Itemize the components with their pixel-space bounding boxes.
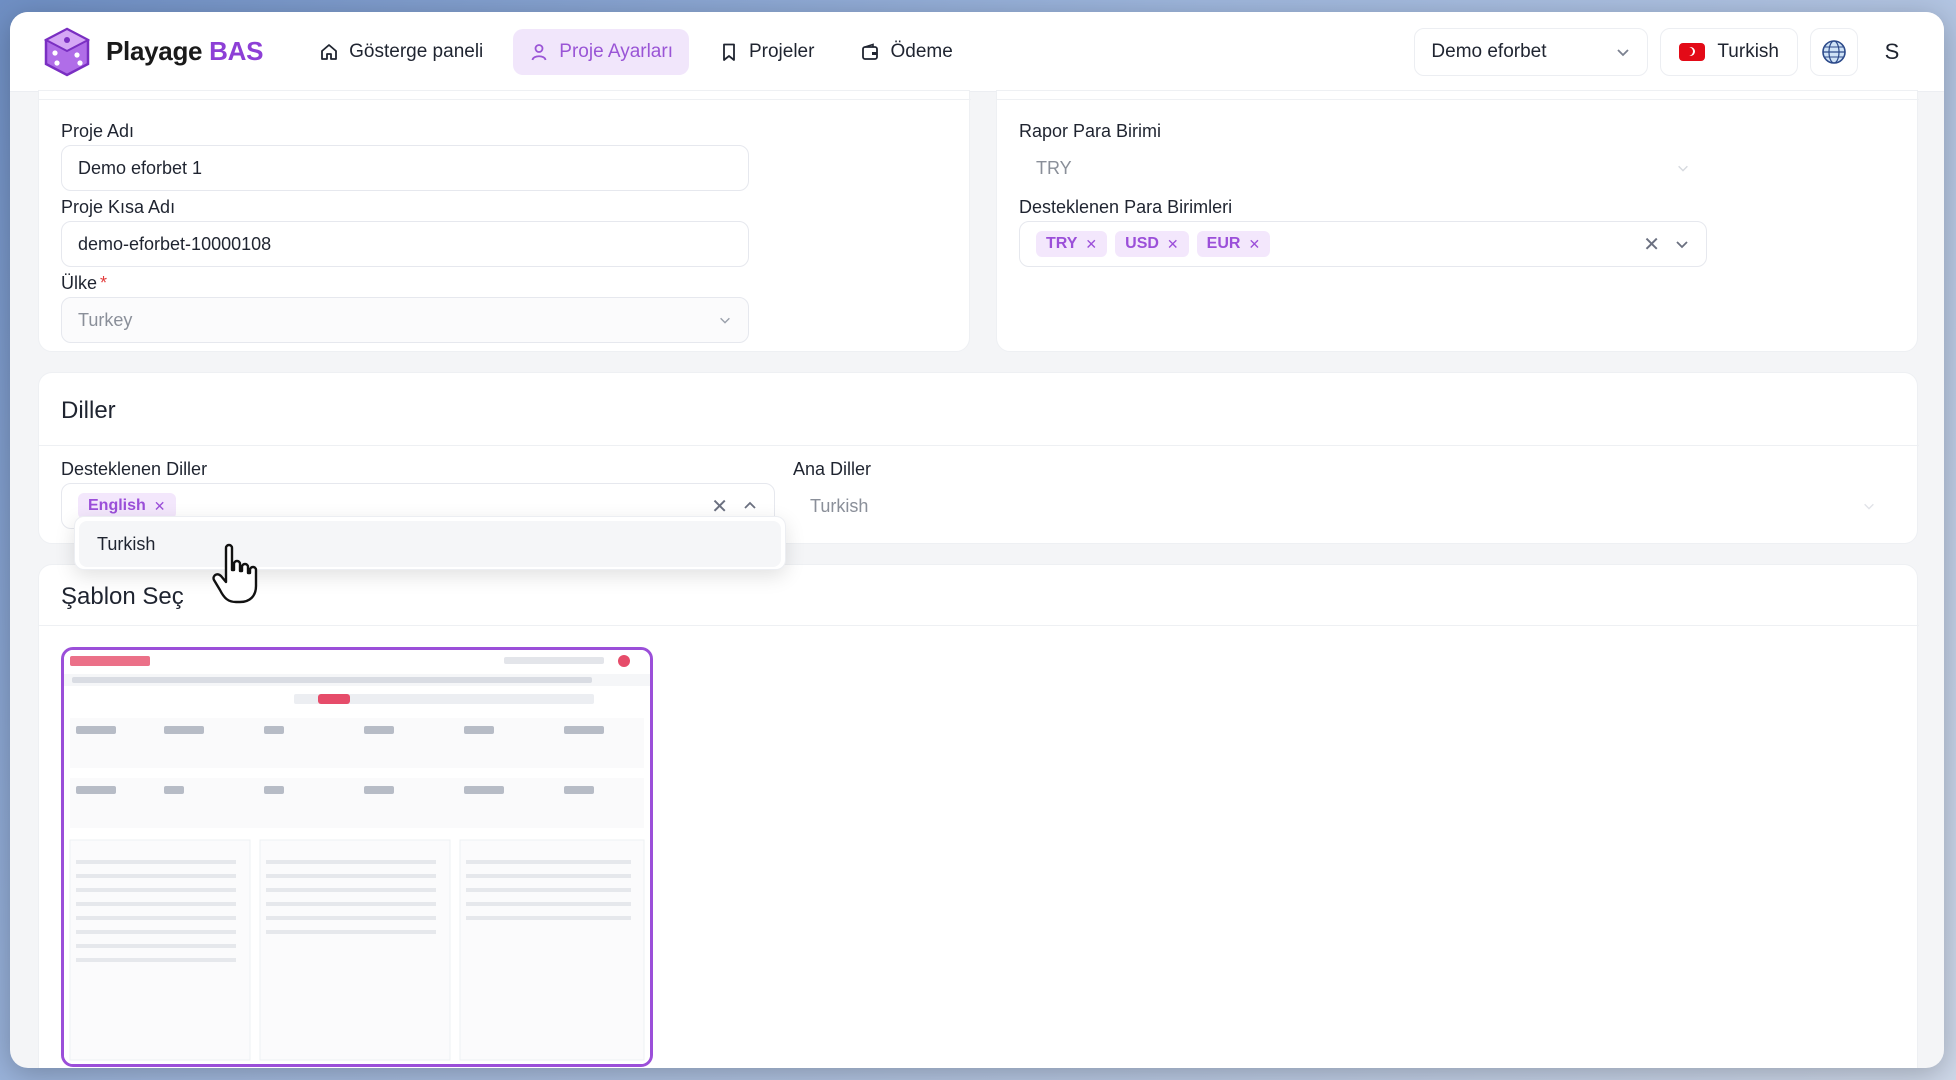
section-divider xyxy=(39,445,1919,446)
template-preview-image xyxy=(64,650,650,1064)
chevron-down-icon xyxy=(1864,503,1874,510)
project-info-card: Proje Adı Demo eforbet 1 Proje Kısa Adı … xyxy=(38,90,971,352)
report-currency-label: Rapor Para Birimi xyxy=(1019,121,1162,141)
supported-languages-label: Desteklenen Diller xyxy=(61,459,208,479)
nav-dashboard-label: Gösterge paneli xyxy=(349,40,484,62)
card-top-divider xyxy=(39,99,971,100)
nav-payment-label: Ödeme xyxy=(890,40,953,62)
hand-pointer-icon xyxy=(212,543,258,604)
remove-tag-icon[interactable]: ✕ xyxy=(1085,236,1097,253)
report-currency-select[interactable]: TRY xyxy=(1019,145,1707,191)
nav-project-settings[interactable]: Proje Ayarları xyxy=(513,28,689,75)
currency-tag-eur[interactable]: EUR ✕ xyxy=(1196,231,1271,257)
chevron-down-icon xyxy=(1678,165,1688,172)
turkey-flag-icon xyxy=(1679,42,1706,61)
card-top-divider xyxy=(997,99,1919,100)
brand[interactable]: Playage BAS xyxy=(40,25,263,79)
project-name-input[interactable]: Demo eforbet 1 xyxy=(61,145,749,191)
clear-all-icon[interactable]: ✕ xyxy=(1643,232,1660,257)
template-thumbnail[interactable] xyxy=(61,647,653,1067)
currency-tag-usd[interactable]: USD ✕ xyxy=(1115,231,1189,257)
main-languages-label: Ana Diller xyxy=(793,459,872,479)
remove-tag-icon[interactable]: ✕ xyxy=(154,498,166,515)
template-card: Şablon Seç xyxy=(38,564,1919,1068)
remove-tag-icon[interactable]: ✕ xyxy=(1248,236,1260,253)
country-label: Ülke * xyxy=(61,273,108,293)
supported-currencies-select[interactable]: TRY ✕ USD ✕ EUR ✕ ✕ xyxy=(1019,221,1707,267)
supported-currencies-label: Desteklenen Para Birimleri xyxy=(1019,197,1233,217)
header-actions: Demo eforbet Turkish S xyxy=(1414,27,1914,76)
top-navigation-bar: Playage BAS Gösterge paneli Proje Ayarla… xyxy=(10,12,1944,92)
report-currency-value: TRY xyxy=(1036,157,1072,178)
user-avatar[interactable]: S xyxy=(1870,28,1914,76)
bookmark-icon xyxy=(723,43,735,61)
chevron-up-icon[interactable] xyxy=(742,498,758,514)
currency-tag-try[interactable]: TRY ✕ xyxy=(1036,231,1108,257)
main-languages-value: Turkish xyxy=(810,495,869,516)
section-divider xyxy=(39,625,1919,626)
language-button[interactable]: Turkish xyxy=(1660,27,1798,76)
nav-project-settings-label: Proje Ayarları xyxy=(559,40,673,62)
globe-button[interactable] xyxy=(1810,27,1858,76)
required-marker: * xyxy=(100,273,108,293)
brand-name: Playage BAS xyxy=(106,36,264,66)
main-languages-select[interactable]: Turkish xyxy=(793,483,1893,529)
languages-dropdown: Turkish xyxy=(74,516,786,570)
country-value: Turkey xyxy=(78,309,133,330)
nav-projects-label: Projeler xyxy=(748,40,815,62)
wallet-icon xyxy=(862,42,879,60)
remove-tag-icon[interactable]: ✕ xyxy=(1167,236,1179,253)
globe-icon xyxy=(1822,39,1846,64)
chevron-down-icon xyxy=(1617,48,1630,56)
language-label: Turkish xyxy=(1717,40,1779,62)
project-short-name-value: demo-eforbet-10000108 xyxy=(78,233,272,254)
template-title: Şablon Seç xyxy=(61,583,184,610)
dice-logo-icon xyxy=(43,27,91,76)
project-select-value: Demo eforbet xyxy=(1431,40,1547,62)
languages-title: Diller xyxy=(61,397,116,424)
project-select[interactable]: Demo eforbet xyxy=(1414,27,1649,76)
project-name-value: Demo eforbet 1 xyxy=(78,157,203,178)
currency-card: Rapor Para Birimi TRY Desteklenen Para B… xyxy=(996,90,1919,352)
project-short-name-input[interactable]: demo-eforbet-10000108 xyxy=(61,221,749,267)
clear-all-icon[interactable]: ✕ xyxy=(711,494,728,519)
chevron-down-icon xyxy=(720,317,730,324)
dropdown-option-turkish[interactable]: Turkish xyxy=(79,521,781,567)
nav-payment[interactable]: Ödeme xyxy=(844,29,968,75)
main-nav: Gösterge paneli Proje Ayarları Projeler … xyxy=(303,28,969,75)
home-icon xyxy=(321,43,338,60)
country-select[interactable]: Turkey xyxy=(61,297,749,343)
chevron-down-icon[interactable] xyxy=(1674,236,1690,252)
project-name-label: Proje Adı xyxy=(61,121,135,141)
nav-projects[interactable]: Projeler xyxy=(703,29,830,75)
user-icon xyxy=(531,43,547,60)
project-short-name-label: Proje Kısa Adı xyxy=(61,197,176,217)
app-window: Playage BAS Gösterge paneli Proje Ayarla… xyxy=(10,12,1944,1068)
nav-dashboard[interactable]: Gösterge paneli xyxy=(303,29,499,75)
